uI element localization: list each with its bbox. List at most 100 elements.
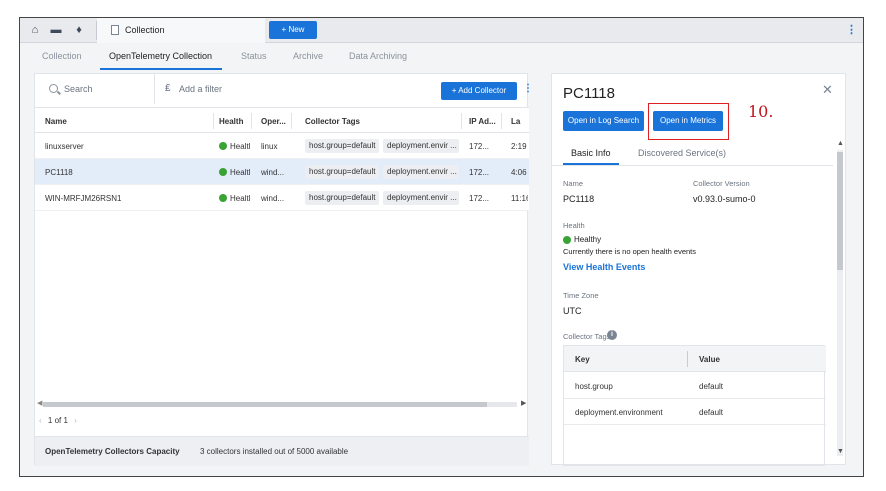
health-text: Healtl <box>230 194 250 203</box>
horizontal-scrollbar[interactable]: ◀ ▶ <box>37 400 527 408</box>
close-icon[interactable]: ✕ <box>822 82 833 98</box>
tab-discovered-services[interactable]: Discovered Service(s) <box>638 148 726 158</box>
active-tab-indicator <box>100 68 222 70</box>
column-header-os[interactable]: Oper... <box>261 117 286 126</box>
tag-chip: host.group=default <box>305 139 379 153</box>
subtab-archive[interactable]: Archive <box>293 51 323 61</box>
chevron-right-icon[interactable]: › <box>74 416 77 425</box>
collector-list-panel: Search ₤ Add a filter + Add Collector ⋮ … <box>34 73 533 466</box>
health-text: Healtl <box>230 168 250 177</box>
subtab-collection[interactable]: Collection <box>42 51 82 61</box>
tags-column-value: Value <box>699 355 720 364</box>
health-status-dot <box>563 236 571 244</box>
collector-details-panel: PC1118 ✕ Open in Log Search Open in Metr… <box>551 73 846 466</box>
collector-tags-label: Collector Tags <box>563 332 611 341</box>
search-placeholder: Search <box>64 84 93 94</box>
timezone-label: Time Zone <box>563 291 599 300</box>
scroll-thumb[interactable] <box>43 402 487 407</box>
tab-collection[interactable]: Collection <box>97 18 265 43</box>
info-icon[interactable]: i <box>607 330 617 340</box>
folder-icon[interactable]: ▬ <box>49 23 63 37</box>
column-header-last[interactable]: La <box>511 117 520 126</box>
add-collector-button[interactable]: + Add Collector <box>441 82 517 100</box>
details-title: PC1118 <box>563 85 615 102</box>
more-options-icon[interactable]: ⋮ <box>846 23 857 36</box>
row-divider <box>564 424 826 425</box>
new-button[interactable]: + New <box>269 21 317 39</box>
subtab-opentelemetry-collection[interactable]: OpenTelemetry Collection <box>109 51 212 61</box>
column-header-health[interactable]: Health <box>219 117 243 126</box>
search-input[interactable]: Search <box>35 74 155 104</box>
scroll-down-icon[interactable]: ▼ <box>837 448 844 455</box>
app-window: ⌂ ▬ ♦ Collection + New ⋮ Collection Open… <box>19 17 864 477</box>
os-text: wind... <box>261 168 285 177</box>
health-value: Healthy <box>574 235 602 244</box>
health-status-dot <box>219 194 227 202</box>
filter-icon: ₤ <box>165 83 171 94</box>
column-header-ip[interactable]: IP Ad... <box>469 117 496 126</box>
column-divider <box>213 113 214 129</box>
name-label: Name <box>563 179 584 188</box>
tag-chip: deployment.envir ... <box>383 139 459 153</box>
tag-chip: deployment.envir ... <box>383 165 459 179</box>
tag-value: default <box>699 382 724 391</box>
scroll-right-icon[interactable]: ▶ <box>521 399 526 407</box>
health-label: Health <box>563 221 585 230</box>
home-icon[interactable]: ⌂ <box>28 23 42 37</box>
ip-text: 172... <box>469 168 490 177</box>
search-icon <box>49 84 58 93</box>
scroll-up-icon[interactable]: ▲ <box>837 140 844 147</box>
os-text: linux <box>261 142 278 151</box>
ip-text: 172... <box>469 142 490 151</box>
table-row[interactable]: WIN-MRFJM26RSN1 Healtl wind... host.grou… <box>35 185 529 211</box>
collector-name: PC1118 <box>45 168 73 177</box>
scroll-left-icon[interactable]: ◀ <box>37 399 42 407</box>
view-health-events-link[interactable]: View Health Events <box>563 262 645 272</box>
tag-key: host.group <box>575 382 613 391</box>
bell-icon[interactable]: ♦ <box>72 23 86 37</box>
tab-basic-info[interactable]: Basic Info <box>571 148 611 158</box>
capacity-text: 3 collectors installed out of 5000 avail… <box>200 447 349 456</box>
column-divider <box>291 113 292 129</box>
collector-tags-table: Key Value host.group default deployment.… <box>563 345 826 466</box>
capacity-footer: OpenTelemetry Collectors Capacity 3 coll… <box>35 436 529 466</box>
open-in-log-search-button[interactable]: Open in Log Search <box>563 111 644 131</box>
os-text: wind... <box>261 194 285 203</box>
subtab-data-archiving[interactable]: Data Archiving <box>349 51 407 61</box>
tag-chip: host.group=default <box>305 165 379 179</box>
column-header-name[interactable]: Name <box>45 117 67 126</box>
tag-chip: deployment.envir ... <box>383 191 459 205</box>
column-divider <box>251 113 252 129</box>
last-seen-text: 4:06 I <box>511 168 528 177</box>
subtab-status[interactable]: Status <box>241 51 267 61</box>
timezone-value: UTC <box>563 306 582 316</box>
table-row[interactable]: linuxserver Healtl linux host.group=defa… <box>35 133 529 159</box>
last-seen-text: 11:16 <box>511 194 528 203</box>
tag-key: deployment.environment <box>575 408 663 417</box>
tag-chip: host.group=default <box>305 191 379 205</box>
page-indicator: 1 of 1 <box>47 416 68 425</box>
health-status-dot <box>219 168 227 176</box>
chevron-left-icon[interactable]: ‹ <box>39 416 42 425</box>
version-value: v0.93.0-sumo-0 <box>693 194 756 204</box>
vertical-scrollbar[interactable]: ▲ ▼ <box>835 140 845 466</box>
document-icon <box>111 25 119 35</box>
name-value: PC1118 <box>563 194 595 204</box>
column-divider <box>461 113 462 129</box>
pagination: ‹ 1 of 1 › <box>39 416 77 425</box>
capacity-title: OpenTelemetry Collectors Capacity <box>45 447 180 456</box>
top-bar: ⌂ ▬ ♦ Collection + New ⋮ <box>20 18 863 43</box>
collector-name: linuxserver <box>45 142 84 151</box>
sub-tabs: Collection OpenTelemetry Collection Stat… <box>20 43 863 70</box>
annotation-highlight-box <box>648 103 729 140</box>
table-row-selected[interactable]: PC1118 Healtl wind... host.group=default… <box>35 159 529 185</box>
collector-name: WIN-MRFJM26RSN1 <box>45 194 122 203</box>
health-text: Healtl <box>230 142 250 151</box>
column-divider <box>687 351 688 367</box>
filter-input[interactable]: Add a filter <box>179 84 222 94</box>
scroll-thumb[interactable] <box>837 152 843 270</box>
list-options-icon[interactable]: ⋮ <box>523 83 533 94</box>
column-header-collector-tags[interactable]: Collector Tags <box>305 117 360 126</box>
health-note: Currently there is no open health events <box>563 247 696 256</box>
tab-title: Collection <box>125 25 165 35</box>
